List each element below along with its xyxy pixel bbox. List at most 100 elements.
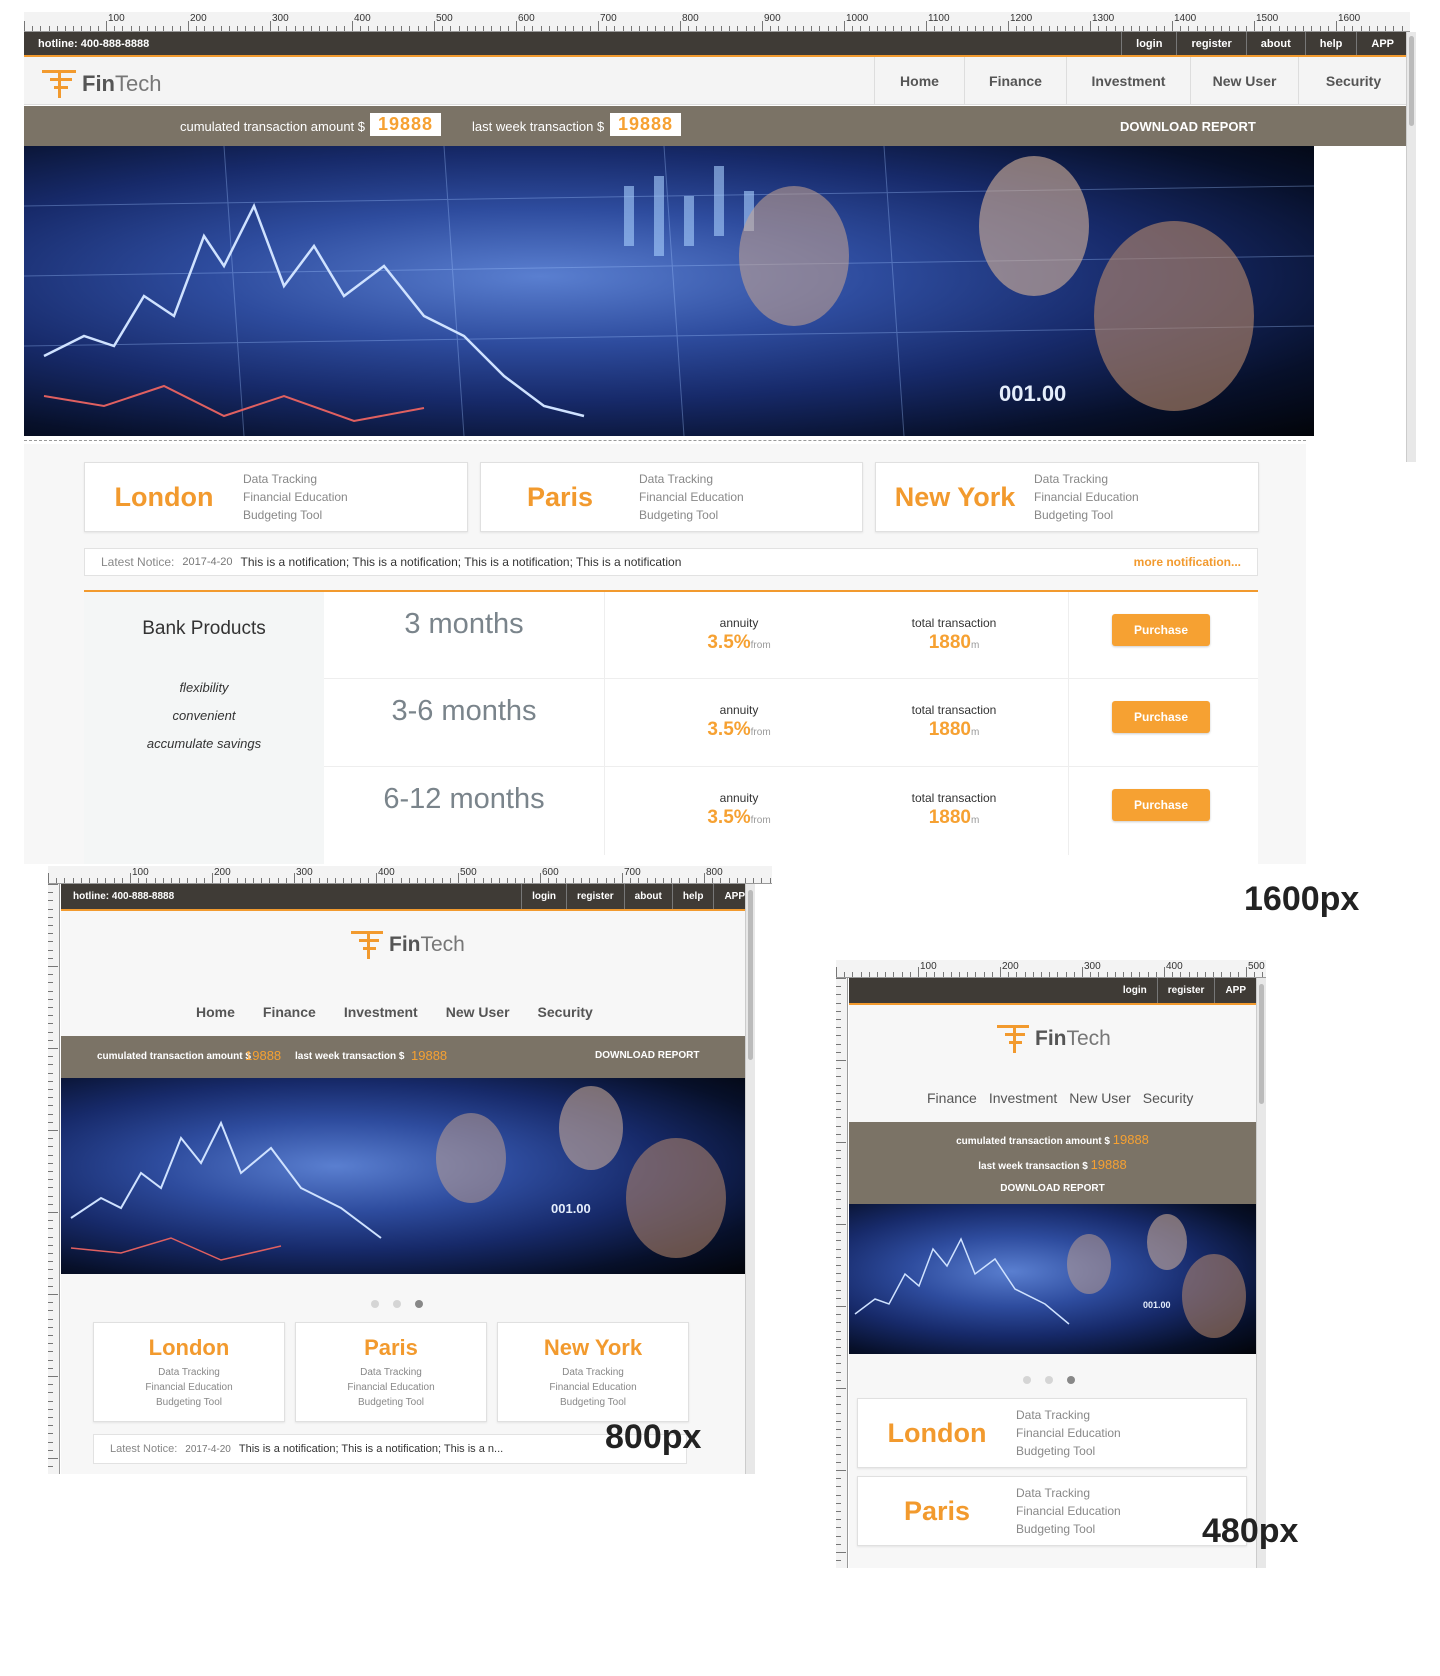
app-link[interactable]: APP xyxy=(1356,32,1408,55)
app-link[interactable]: APP xyxy=(1214,978,1256,1003)
nav-finance[interactable]: Finance xyxy=(964,57,1066,105)
product-row: 3 months annuity 3.5%from total transact… xyxy=(324,592,1258,679)
register-link[interactable]: register xyxy=(565,884,624,909)
last-week-label: last week transaction $ xyxy=(295,1051,405,1062)
city-card-new-york[interactable]: New York Data Tracking Financial Educatio… xyxy=(875,462,1259,532)
top-bar: hotline: 400-888-8888 login register abo… xyxy=(24,32,1408,57)
fintech-logo[interactable]: Fin Tech xyxy=(997,1023,1111,1055)
city-name: Paris xyxy=(364,1335,418,1360)
notice-date: 2017-4-20 xyxy=(182,556,233,568)
bank-feature: flexibility xyxy=(179,680,229,695)
logo-tech: Tech xyxy=(420,933,465,956)
city-card-new-york[interactable]: New York Data Tracking Financial Educatio… xyxy=(497,1322,689,1422)
bank-products-sidebar: Bank Products flexibility convenient acc… xyxy=(84,592,324,864)
city-features: Data Tracking Financial Education Budgetin… xyxy=(1016,1408,1121,1458)
size-label-1600: 1600px xyxy=(1244,880,1360,918)
nav-investment[interactable]: Investment xyxy=(344,1002,418,1022)
hero-graphic: 001.00 xyxy=(24,146,1314,436)
stats-bar: cumulated transaction amount $ 19888 las… xyxy=(61,1036,755,1078)
annuity-label: annuity xyxy=(719,791,759,805)
top-links: login register APP xyxy=(1113,978,1256,1003)
city-card-paris[interactable]: Paris Data Tracking Financial Education Bu… xyxy=(480,462,863,532)
nav-home[interactable]: Home xyxy=(874,57,964,105)
cumulated-amount: 19888 xyxy=(370,113,442,136)
logo-fin: Fin xyxy=(389,933,421,956)
purchase-button[interactable]: Purchase xyxy=(1112,614,1210,646)
nav-investment[interactable]: Investment xyxy=(989,1088,1057,1108)
scrollbar-480[interactable] xyxy=(1256,978,1266,1568)
about-link[interactable]: about xyxy=(623,884,672,909)
download-report-link[interactable]: DOWNLOAD REPORT xyxy=(1000,1183,1104,1194)
annuity-rate: 3.5% xyxy=(707,632,751,653)
top-bar: hotline: 400-888-8888 login register abo… xyxy=(61,884,755,911)
about-link[interactable]: about xyxy=(1245,32,1305,55)
city-name: Paris xyxy=(526,481,594,512)
bank-feature: convenient xyxy=(172,708,236,723)
notice-text: This is a notification; This is a notifi… xyxy=(240,555,682,569)
download-report-link[interactable]: DOWNLOAD REPORT xyxy=(1120,119,1256,134)
nav-security[interactable]: Security xyxy=(1298,57,1408,105)
hero-banner-image: 001.00 xyxy=(849,1204,1256,1354)
hotline-text: hotline: 400-888-8888 xyxy=(38,37,150,50)
purchase-button[interactable]: Purchase xyxy=(1112,789,1210,821)
fintech-logo[interactable]: Fin Tech xyxy=(42,68,161,100)
download-report-link[interactable]: DOWNLOAD REPORT xyxy=(595,1050,699,1061)
city-features: Data Tracking Financial Education Budgetin… xyxy=(1016,1486,1121,1536)
purchase-button[interactable]: Purchase xyxy=(1112,701,1210,733)
product-row: 3-6 months annuity 3.5%from total transa… xyxy=(324,679,1258,767)
city-cards: London Data Tracking Financial Education B… xyxy=(84,462,1259,532)
nav-new-user[interactable]: New User xyxy=(446,1002,510,1022)
city-name: London xyxy=(148,1335,230,1360)
total-value: 1880 xyxy=(928,632,971,653)
bank-feature: accumulate savings xyxy=(146,736,262,751)
nav-security[interactable]: Security xyxy=(1143,1088,1194,1108)
cumulated-label: cumulated transaction amount $ xyxy=(180,119,365,134)
total-transaction-label: total transaction xyxy=(911,791,997,805)
more-notification-link[interactable]: more notification... xyxy=(1134,555,1241,569)
register-link[interactable]: register xyxy=(1156,978,1215,1003)
login-link[interactable]: login xyxy=(521,884,566,909)
carousel-dots[interactable] xyxy=(1023,1376,1075,1384)
hero-banner-image: 001.00 xyxy=(61,1078,747,1274)
notice-date: 2017-4-20 xyxy=(185,1443,231,1455)
nav-security[interactable]: Security xyxy=(538,1002,593,1022)
stats-bar: cumulated transaction amount $ 19888 las… xyxy=(24,106,1408,146)
nav-home[interactable]: Home xyxy=(196,1002,235,1022)
hero-graphic: 001.00 xyxy=(854,1214,1246,1338)
product-row: 6-12 months annuity 3.5%from total trans… xyxy=(324,767,1258,855)
ruler-480: 100 200 300 400 500 xyxy=(836,960,1266,978)
logo-tech: Tech xyxy=(1066,1027,1111,1050)
city-card-london[interactable]: London Data Tracking Financial Education B… xyxy=(84,462,468,532)
logo-mark-icon xyxy=(997,1023,1031,1055)
login-link[interactable]: login xyxy=(1121,32,1176,55)
scrollbar-800[interactable] xyxy=(745,884,755,1474)
term-label: 3-6 months xyxy=(391,695,537,727)
help-link[interactable]: help xyxy=(671,884,714,909)
logo-fin: Fin xyxy=(1035,1027,1067,1050)
bank-products-table: Bank Products flexibility convenient acc… xyxy=(84,590,1258,864)
nav-new-user[interactable]: New User xyxy=(1190,57,1298,105)
nav-investment[interactable]: Investment xyxy=(1066,57,1190,105)
scrollbar-1600[interactable] xyxy=(1406,32,1416,462)
help-link[interactable]: help xyxy=(1304,32,1357,55)
register-link[interactable]: register xyxy=(1176,32,1245,55)
notice-text: This is a notification; This is a notifi… xyxy=(238,1443,504,1455)
city-card-london[interactable]: London Data Tracking Financial Education B… xyxy=(93,1322,285,1422)
last-week-amount: 19888 xyxy=(610,113,682,136)
city-card-london[interactable]: London Data Tracking Financial Education B… xyxy=(857,1398,1247,1468)
carousel-dots[interactable] xyxy=(371,1300,423,1308)
stats-bar: cumulated transaction amount $ 19888 las… xyxy=(849,1122,1266,1204)
city-name: Paris xyxy=(903,1495,971,1526)
nav-finance[interactable]: Finance xyxy=(263,1002,316,1022)
fintech-logo[interactable]: Fin Tech xyxy=(351,929,465,961)
login-link[interactable]: login xyxy=(1113,978,1157,1003)
frame-480: login register APP Fin Tech Finance Inves… xyxy=(849,978,1266,1568)
frame-1600: hotline: 400-888-8888 login register abo… xyxy=(24,32,1408,462)
city-card-paris[interactable]: Paris Data Tracking Financial Education Bu… xyxy=(295,1322,487,1422)
nav-new-user[interactable]: New User xyxy=(1069,1088,1130,1108)
logo-tech: Tech xyxy=(115,71,162,96)
nav-finance[interactable]: Finance xyxy=(927,1088,977,1108)
main-nav: Home Finance Investment New User Securit… xyxy=(874,57,1408,105)
city-name: New York xyxy=(894,481,1016,512)
city-card-paris[interactable]: Paris Data Tracking Financial Education Bu… xyxy=(857,1476,1247,1546)
